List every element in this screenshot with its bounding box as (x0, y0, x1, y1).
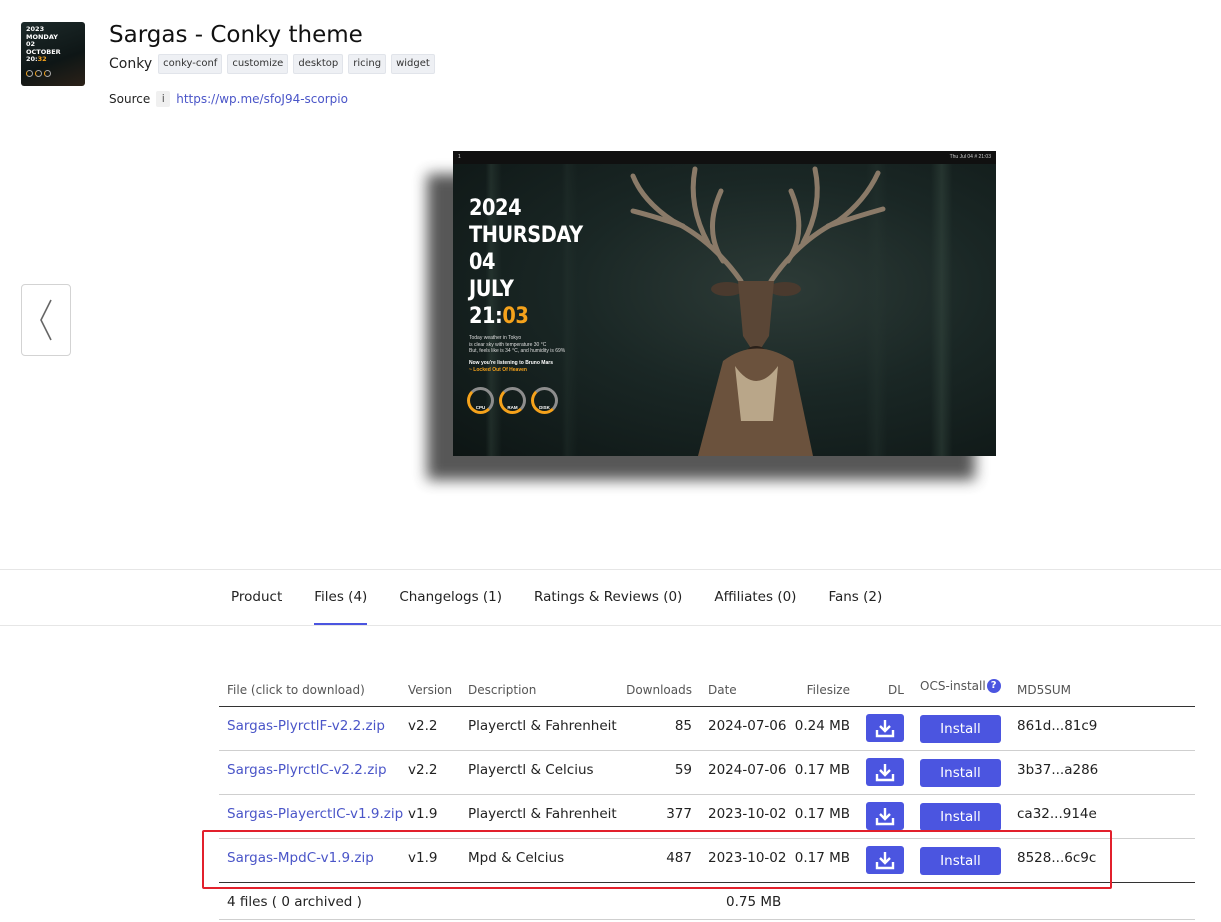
file-md5: 8528...6c9c (1017, 850, 1097, 866)
tab-changelogs[interactable]: Changelogs (1) (399, 589, 502, 625)
deer-image (630, 166, 886, 456)
file-downloads: 85 (674, 718, 692, 734)
download-icon (875, 808, 895, 826)
file-version: v2.2 (408, 718, 438, 734)
tab-ratings-reviews[interactable]: Ratings & Reviews (0) (534, 589, 682, 625)
files-total-size: 0.75 MB (726, 894, 782, 910)
preview-clock: 2024 THURSDAY 04 JULY 21:03 (469, 196, 583, 329)
install-button[interactable]: Install (920, 759, 1001, 787)
tab-product[interactable]: Product (231, 589, 282, 625)
file-link[interactable]: Sargas-PlayerctlC-v1.9.zip (227, 806, 403, 822)
chevron-left-icon (40, 299, 52, 341)
install-button[interactable]: Install (920, 715, 1001, 743)
header-ocs-install: OCS-install? (920, 679, 1001, 693)
tab-files[interactable]: Files (4) (314, 589, 368, 625)
preview-music: Now you're listening to Bruno Mars ~ Loc… (469, 360, 553, 373)
file-size: 0.17 MB (794, 806, 850, 822)
file-downloads: 487 (666, 850, 692, 866)
source-label: Source (109, 92, 151, 106)
carousel-prev-button[interactable] (21, 284, 71, 356)
category-row: Conky conky-conf customize desktop ricin… (109, 54, 435, 74)
download-icon (875, 852, 895, 870)
file-version: v1.9 (408, 806, 438, 822)
header-date: Date (708, 683, 737, 697)
preview-weather: Today weather in Tokyo is clear sky with… (469, 335, 566, 354)
row-divider (219, 794, 1195, 795)
tabs-divider-top (0, 569, 1221, 570)
download-button[interactable] (866, 758, 904, 786)
header-md5: MD5SUM (1017, 683, 1071, 697)
file-description: Playerctl & Celcius (468, 762, 594, 778)
files-count: 4 files ( 0 archived ) (227, 894, 362, 910)
header-version: Version (408, 683, 453, 697)
file-link[interactable]: Sargas-PlyrctlF-v2.2.zip (227, 718, 385, 734)
file-link[interactable]: Sargas-PlyrctlC-v2.2.zip (227, 762, 387, 778)
category-label[interactable]: Conky (109, 56, 152, 72)
ram-gauge: RAM (499, 387, 526, 414)
tag-ricing[interactable]: ricing (348, 54, 387, 74)
download-icon (875, 720, 895, 738)
file-description: Playerctl & Fahrenheit (468, 718, 617, 734)
file-description: Mpd & Celcius (468, 850, 565, 866)
file-md5: 861d...81c9 (1017, 718, 1098, 734)
table-bottom-divider (219, 919, 1195, 920)
tabs-divider-bottom (0, 625, 1221, 626)
file-version: v2.2 (408, 762, 438, 778)
download-button[interactable] (866, 714, 904, 742)
logo-clock-text: 2023 MONDAY 02 OCTOBER 20:32 (26, 25, 61, 63)
header-downloads: Downloads (626, 683, 692, 697)
tab-fans[interactable]: Fans (2) (828, 589, 882, 625)
header-description: Description (468, 683, 537, 697)
row-divider (219, 750, 1195, 751)
header-file: File (click to download) (227, 683, 365, 697)
file-downloads: 377 (666, 806, 692, 822)
download-button[interactable] (866, 846, 904, 874)
file-description: Playerctl & Fahrenheit (468, 806, 617, 822)
header-dl: DL (888, 683, 904, 697)
install-button[interactable]: Install (920, 803, 1001, 831)
header-filesize: Filesize (806, 683, 850, 697)
tab-bar: Product Files (4) Changelogs (1) Ratings… (231, 589, 882, 625)
file-size: 0.24 MB (794, 718, 850, 734)
preview-screenshot[interactable]: 1 Thu Jul 04 # 21:03 2024 THURSDAY 04 JU… (453, 151, 996, 456)
file-downloads: 59 (674, 762, 692, 778)
file-size: 0.17 MB (794, 762, 850, 778)
preview-gauges: CPU RAM DISK (467, 387, 558, 414)
tag-desktop[interactable]: desktop (293, 54, 344, 74)
table-header-divider (219, 706, 1195, 707)
cpu-gauge: CPU (467, 387, 494, 414)
page-title: Sargas - Conky theme (109, 22, 363, 48)
tag-conky-conf[interactable]: conky-conf (158, 54, 223, 74)
disk-gauge: DISK (531, 387, 558, 414)
tag-widget[interactable]: widget (391, 54, 435, 74)
info-icon[interactable]: i (156, 91, 171, 107)
file-version: v1.9 (408, 850, 438, 866)
product-logo: 2023 MONDAY 02 OCTOBER 20:32 (21, 22, 85, 86)
file-size: 0.17 MB (794, 850, 850, 866)
table-footer-divider (219, 882, 1195, 883)
file-link[interactable]: Sargas-MpdC-v1.9.zip (227, 850, 374, 866)
tab-affiliates[interactable]: Affiliates (0) (714, 589, 796, 625)
file-md5: 3b37...a286 (1017, 762, 1099, 778)
download-icon (875, 764, 895, 782)
file-md5: ca32...914e (1017, 806, 1097, 822)
install-button[interactable]: Install (920, 847, 1001, 875)
source-row: Source i https://wp.me/sfoJ94-scorpio (109, 91, 348, 107)
tag-customize[interactable]: customize (227, 54, 289, 74)
source-link[interactable]: https://wp.me/sfoJ94-scorpio (176, 92, 348, 106)
row-divider (219, 838, 1195, 839)
download-button[interactable] (866, 802, 904, 830)
help-icon[interactable]: ? (986, 679, 1001, 693)
